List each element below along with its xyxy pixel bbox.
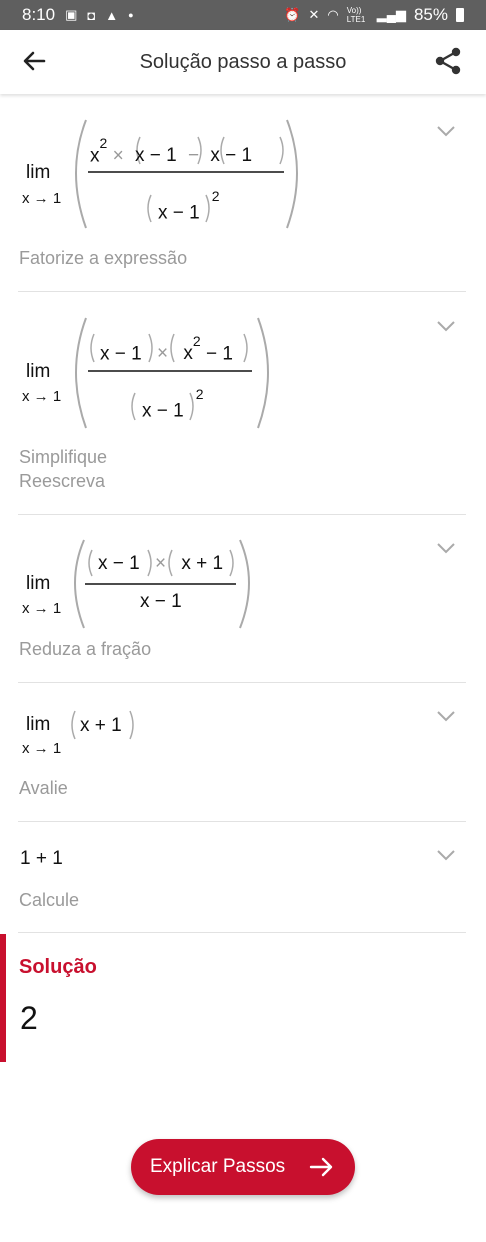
chevron-down-icon[interactable] bbox=[436, 709, 456, 723]
solution-value: 2 bbox=[20, 1000, 38, 1036]
step-description: Avalie bbox=[19, 778, 68, 798]
chevron-down-icon[interactable] bbox=[436, 848, 456, 862]
explain-steps-button[interactable]: Explicar Passos bbox=[131, 1139, 355, 1195]
solution-accent-bar bbox=[0, 934, 6, 1062]
step-4-expression bbox=[71, 710, 134, 740]
divider bbox=[18, 932, 466, 933]
arrow-right-icon bbox=[309, 1157, 333, 1177]
solution-title: Solução bbox=[19, 956, 97, 978]
term-x-plus-1: x + 1 bbox=[80, 715, 122, 736]
expression-1-plus-1: 1 + 1 bbox=[20, 848, 63, 869]
divider bbox=[18, 821, 466, 822]
step-description: Calcule bbox=[19, 890, 80, 910]
explain-steps-label: Explicar Passos bbox=[150, 1156, 286, 1177]
